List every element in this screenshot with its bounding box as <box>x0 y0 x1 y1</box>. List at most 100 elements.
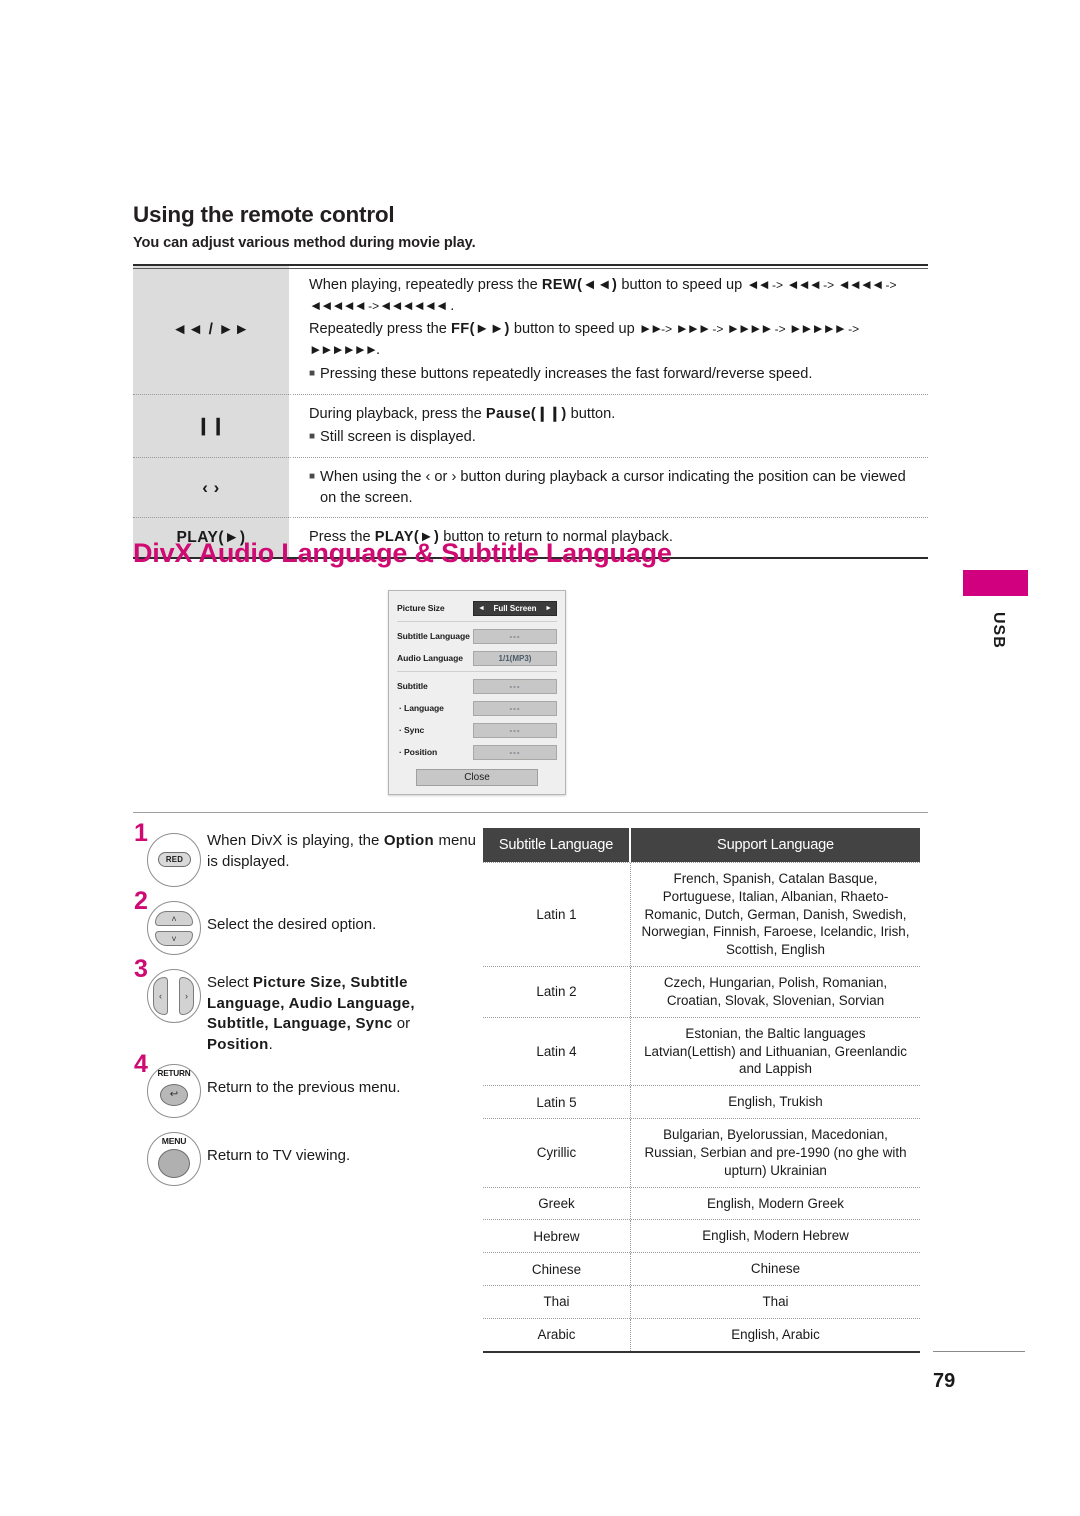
subtitle-language-cell: Chinese <box>483 1253 631 1286</box>
table-row: Latin 4 Estonian, the Baltic languages La… <box>483 1016 920 1086</box>
subtitle-language-cell: Hebrew <box>483 1220 631 1253</box>
language-table-header-cell: Support Language <box>717 837 834 853</box>
down-arrow-icon[interactable]: ˅ <box>155 931 193 946</box>
step-description: Select Picture Size, Subtitle Language, … <box>207 974 415 1054</box>
remote-table-row: ❙❙ During playback, press the Pause(❙❙) b… <box>133 393 928 458</box>
table-row: Cyrillic Bulgarian, Byelorussian, Macedon… <box>483 1118 920 1187</box>
osd-row[interactable]: · Language --- <box>397 698 557 718</box>
subtitle-language-cell: Latin 2 <box>483 967 631 1017</box>
red-button-label: RED <box>158 852 191 867</box>
osd-row-label: Picture Size <box>397 603 445 613</box>
footer-rule <box>933 1351 1025 1352</box>
support-language-cell: Chinese <box>750 1261 801 1277</box>
table-row: Latin 1 French, Spanish, Catalan Basque, … <box>483 862 920 967</box>
osd-row-value[interactable]: ◄ Full Screen ► <box>473 600 557 616</box>
osd-option-dialog: Picture Size ◄ Full Screen ► Subtitle Langua… <box>388 590 566 795</box>
osd-row-value[interactable]: --- <box>473 722 557 738</box>
step-item: 1 RED When DivX is playing, the Option men… <box>133 821 478 893</box>
remote-control-table: ◄◄ / ►► When playing, repeatedly press th… <box>133 264 928 560</box>
step-number: 3 <box>134 955 148 983</box>
table-row: Chinese Chinese <box>483 1252 920 1286</box>
osd-row-label: · Language <box>399 703 444 713</box>
usb-tab-label: USB <box>990 611 1007 649</box>
up-arrow-icon[interactable]: ˄ <box>155 911 193 926</box>
step-description: Select the desired option. <box>207 916 377 933</box>
section-header: Using the remote control You can adjust … <box>133 202 833 251</box>
language-table-header-cell: Subtitle Language <box>483 828 631 862</box>
support-language-cell: Czech, Hungarian, Polish, Romanian, Croa… <box>663 975 888 1008</box>
osd-row-value[interactable]: --- <box>473 700 557 716</box>
subtitle-language-table: Subtitle Language Support Language Latin 1… <box>483 828 920 1353</box>
subtitle-language-cell: Thai <box>483 1286 631 1318</box>
osd-divider <box>397 671 557 672</box>
support-language-cell: English, Modern Greek <box>707 1195 844 1211</box>
step-item: 3 ‹ › Select Picture Size, Subtitle Languag… <box>133 957 478 1056</box>
osd-close-button[interactable]: Close <box>416 769 538 786</box>
table-row: Latin 2 Czech, Hungarian, Polish, Romania… <box>483 966 920 1017</box>
section-divider <box>133 812 928 813</box>
subtitle-language-cell: Latin 1 <box>483 863 631 967</box>
step-description: Return to the previous menu. <box>207 1078 401 1096</box>
remote-key-label: ◄◄ / ►► <box>133 266 293 394</box>
section-subtitle: You can adjust various method during mov… <box>133 234 476 251</box>
subtitle-language-cell: Greek <box>483 1187 631 1220</box>
remote-key-label: ❙❙ <box>133 393 293 458</box>
remote-key-label: ‹ › <box>133 457 293 518</box>
remote-key-description: When playing, repeatedly press the REW(◄… <box>293 266 928 394</box>
support-language-cell: Thai <box>762 1294 789 1310</box>
step-number: 2 <box>134 887 148 915</box>
support-language-cell: English, Arabic <box>731 1326 820 1342</box>
steps-list: 1 RED When DivX is playing, the Option men… <box>133 821 478 1192</box>
table-row: Thai Thai <box>483 1285 920 1318</box>
osd-row[interactable]: Subtitle Language --- <box>397 626 557 646</box>
step-item: MENU Return to TV viewing. <box>133 1124 478 1192</box>
remote-table-row: ◄◄ / ►► When playing, repeatedly press th… <box>133 266 928 394</box>
osd-row[interactable]: Picture Size ◄ Full Screen ► <box>397 598 557 618</box>
osd-row-value[interactable]: --- <box>473 628 557 644</box>
bullet-icon: ■ <box>309 471 316 483</box>
remote-key-description: ■ When using the ‹ or › button during pla… <box>293 457 928 517</box>
osd-divider <box>397 621 557 622</box>
osd-value-text: Full Screen <box>493 603 537 613</box>
table-row: Greek English, Modern Greek <box>483 1186 920 1220</box>
usb-tab-marker <box>963 570 1028 596</box>
divx-section-heading: DivX Audio Language & Subtitle Language <box>133 538 672 568</box>
support-language-cell: Estonian, the Baltic languages Latvian(L… <box>644 1025 907 1077</box>
return-button-label: RETURN <box>157 1068 191 1078</box>
step-number: 1 <box>134 819 148 847</box>
left-arrow-icon[interactable]: ◄ <box>478 605 485 612</box>
language-table-header: Subtitle Language Support Language <box>483 828 920 862</box>
manual-page: Using the remote control You can adjust … <box>0 0 1080 1516</box>
remote-key-description: During playback, press the Pause(❙❙) but… <box>293 393 928 457</box>
return-arrow-icon[interactable]: ↩ <box>160 1083 188 1106</box>
step-description: Return to TV viewing. <box>207 1146 351 1164</box>
osd-row-label: · Sync <box>399 725 425 735</box>
osd-row-label: Subtitle Language <box>397 631 470 641</box>
up-down-rocker-icon[interactable] <box>147 901 201 955</box>
support-language-cell: Bulgarian, Byelorussian, Macedonian, Rus… <box>644 1127 907 1178</box>
menu-button-dot[interactable] <box>158 1148 190 1178</box>
right-arrow-icon[interactable]: ► <box>545 605 552 612</box>
osd-row-value[interactable]: --- <box>473 678 557 694</box>
remote-table-row: ‹ › ■ When using the ‹ or › button during … <box>133 457 928 518</box>
left-arrow-icon[interactable]: ‹ <box>153 977 168 1015</box>
osd-row[interactable]: Audio Language 1/1(MP3) <box>397 648 557 668</box>
support-language-cell: English, Trukish <box>728 1094 823 1110</box>
step-number: 4 <box>134 1049 148 1078</box>
osd-row-value[interactable]: 1/1(MP3) <box>473 650 557 666</box>
right-arrow-icon[interactable]: › <box>179 977 194 1015</box>
osd-row[interactable]: Subtitle --- <box>397 676 557 696</box>
step-description: When DivX is playing, the Option menu is… <box>207 832 476 870</box>
step-item: 4 RETURN ↩ Return to the previous menu. <box>133 1051 478 1124</box>
page-title: Using the remote control <box>133 202 395 227</box>
bullet-icon: ■ <box>309 431 316 443</box>
bullet-icon: ■ <box>309 367 316 379</box>
subtitle-language-cell: Cyrillic <box>483 1119 631 1187</box>
osd-row[interactable]: · Sync --- <box>397 720 557 740</box>
osd-row-value[interactable]: --- <box>473 744 557 760</box>
support-language-cell: English, Modern Hebrew <box>702 1228 849 1244</box>
osd-row[interactable]: · Position --- <box>397 742 557 762</box>
subtitle-language-cell: Latin 5 <box>483 1086 631 1119</box>
osd-row-label: Subtitle <box>397 681 428 691</box>
table-row: Latin 5 English, Trukish <box>483 1085 920 1119</box>
